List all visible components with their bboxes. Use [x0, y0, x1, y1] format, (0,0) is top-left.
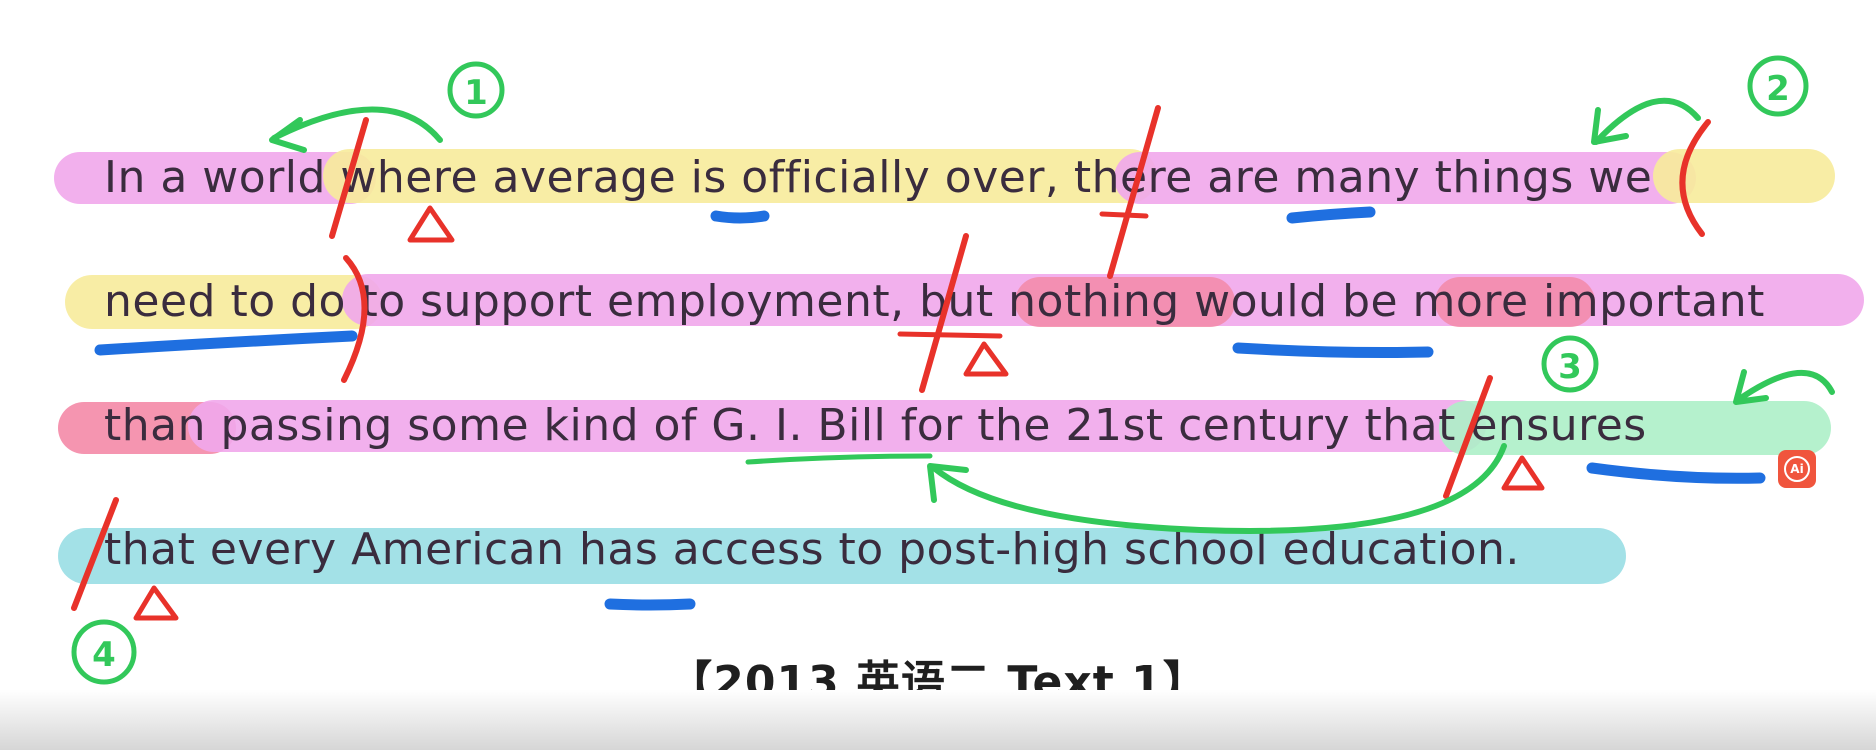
red-slash: [71, 497, 119, 611]
circled-number-marker: 2: [1747, 55, 1809, 117]
triangle-marker: [963, 341, 1009, 377]
triangle-marker: [133, 585, 179, 621]
red-slash: [919, 233, 969, 393]
marker-label: 1: [464, 73, 488, 113]
curved-arrow: [1735, 369, 1835, 403]
curved-arrow: [271, 106, 443, 143]
circled-number-marker: 1: [447, 61, 505, 119]
ai-badge-icon[interactable]: Ai: [1778, 450, 1816, 488]
bottom-fade: [0, 690, 1876, 750]
blue-underline: [710, 210, 770, 224]
red-bracket-open: [1679, 119, 1711, 237]
ai-badge-label: Ai: [1784, 456, 1810, 482]
blue-underline: [604, 598, 696, 611]
triangle-marker: [407, 205, 455, 243]
red-slash: [1107, 105, 1161, 279]
circled-number-marker: 3: [1541, 335, 1599, 393]
blue-underline: [1586, 462, 1766, 484]
red-cross: [897, 331, 1003, 339]
red-bracket-close: [341, 255, 368, 383]
annotated-passage-slide: In a world where average is officially o…: [0, 0, 1876, 750]
blue-underline: [94, 330, 358, 356]
annotation-layer: 1 2 3 4: [71, 55, 1835, 685]
red-cross: [1099, 211, 1149, 219]
green-underline: [745, 453, 933, 465]
red-slash: [329, 117, 369, 239]
marker-label: 2: [1766, 69, 1790, 109]
marker-label: 3: [1558, 347, 1582, 387]
triangle-marker: [1501, 455, 1545, 491]
blue-underline: [1286, 206, 1376, 224]
curved-arrow: [931, 443, 1507, 534]
blue-underline: [1232, 342, 1434, 358]
